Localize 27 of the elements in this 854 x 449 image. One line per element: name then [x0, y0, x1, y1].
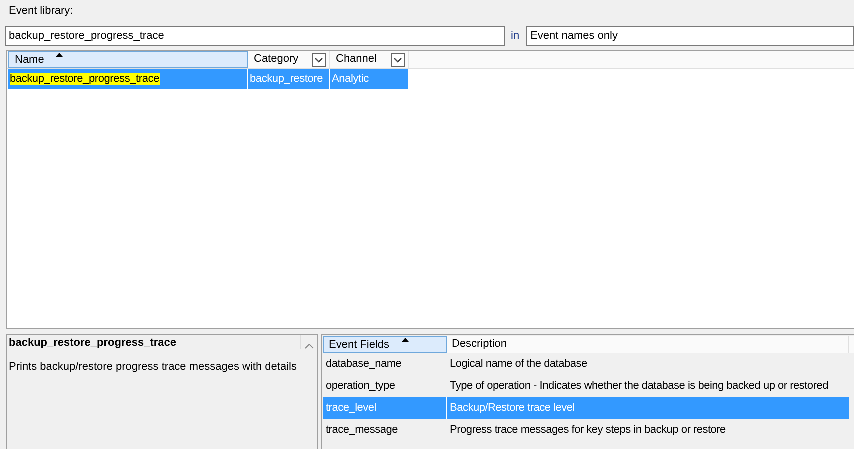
table-cell-text: trace_message [325, 423, 399, 438]
column-header[interactable]: Name [8, 51, 248, 68]
sort-arrow-icon [56, 53, 63, 57]
scope-dropdown[interactable]: Event names only [526, 26, 854, 46]
table-cell-text: operation_type [325, 379, 396, 394]
search-field[interactable]: backup_restore_progress_trace [5, 26, 505, 46]
sort-arrow-icon [402, 338, 409, 342]
event-title: backup_restore_progress_trace [9, 337, 178, 349]
column-header[interactable]: Category [248, 51, 330, 68]
column-header[interactable]: Channel [330, 51, 409, 68]
filter-dropdown-icon[interactable] [312, 53, 326, 67]
filter-dropdown-icon[interactable] [391, 53, 405, 67]
table-cell: Analytic [330, 69, 409, 89]
table-cell-text: Type of operation - Indicates whether the database is being backed up or restored [449, 379, 830, 394]
table-cell-text: database_name [325, 357, 403, 372]
table-cell-text: Backup/Restore trace level [449, 401, 576, 416]
column-header[interactable]: Description [447, 336, 849, 353]
event-description: Prints backup/restore progress trace messages with details [9, 361, 298, 373]
event-name: backup_restore_progress_trace [10, 73, 160, 85]
table-cell-text: Logical name of the database [449, 357, 588, 372]
table-cell: backup_restore [248, 69, 330, 89]
table-cell: trace_level [323, 397, 447, 419]
scroll-up-icon[interactable] [304, 344, 314, 349]
event-library-label: Event library: [8, 4, 74, 19]
table-cell-text: Progress trace messages for key steps in backup or restore [449, 423, 727, 438]
column-header[interactable]: Event Fields [323, 336, 447, 353]
in-label: in [511, 30, 520, 42]
